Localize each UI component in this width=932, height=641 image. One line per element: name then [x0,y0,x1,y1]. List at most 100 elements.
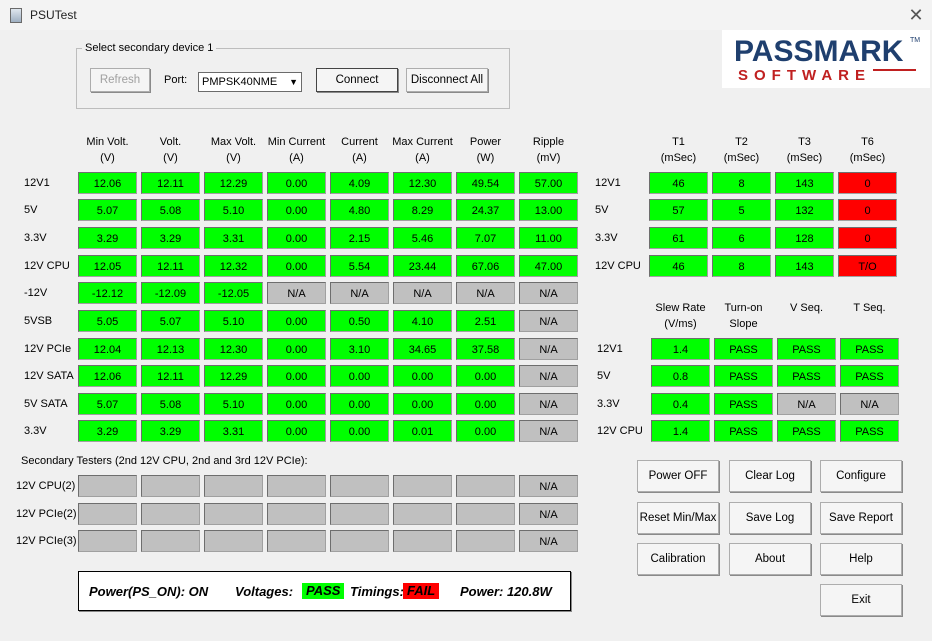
value-cell: PASS [714,365,773,387]
value-cell: 143 [775,172,834,194]
column-unit: (W) [476,152,495,164]
value-cell: PASS [840,420,899,442]
column-unit: (V) [226,152,241,164]
column-unit: (mSec) [723,152,760,164]
value-cell: PASS [777,365,836,387]
value-cell: 0 [838,172,897,194]
column-header: Current [341,136,378,148]
value-cell [267,503,326,525]
column-header: Slew Rate [655,302,706,314]
value-cell: 3.29 [141,420,200,442]
value-cell: 0.00 [267,310,326,332]
value-cell [78,503,137,525]
value-cell: 61 [649,227,708,249]
value-cell: 0.00 [267,227,326,249]
exit-button[interactable]: Exit [820,584,902,616]
value-cell: 4.09 [330,172,389,194]
value-cell: 12.11 [141,255,200,277]
row-label: 3.3V [24,425,47,437]
value-cell: 0.00 [330,420,389,442]
row-label: 5V [595,204,609,216]
value-cell: N/A [840,393,899,415]
value-cell: 5.10 [204,199,263,221]
value-cell: N/A [519,338,578,360]
calibration-button[interactable]: Calibration [637,543,719,575]
chevron-down-icon[interactable]: ▼ [289,73,298,91]
value-cell: 0.01 [393,420,452,442]
row-label: 5V [597,370,611,382]
value-cell: 0.00 [267,393,326,415]
value-cell: 5 [712,199,771,221]
column-header: T Seq. [853,302,886,314]
value-cell [204,503,263,525]
port-label: Port: [164,74,188,86]
voltages-status-badge: PASS [302,583,345,599]
row-label: 3.3V [24,232,47,244]
close-icon[interactable]: ✕ [906,5,926,25]
save-report-button[interactable]: Save Report [820,502,902,534]
disconnect-all-button[interactable]: Disconnect All [406,68,488,92]
column-header: T3 [798,136,811,148]
value-cell [456,530,515,552]
value-cell: N/A [519,365,578,387]
row-label: 5V SATA [24,398,68,410]
power-off-button[interactable]: Power OFF [637,460,719,492]
save-log-button[interactable]: Save Log [729,502,811,534]
column-unit: (mSec) [660,152,697,164]
power-on-status: Power(PS_ON): ON [89,584,209,599]
value-cell: 0.8 [651,365,710,387]
value-cell: N/A [267,282,326,304]
value-cell: 57 [649,199,708,221]
value-cell [456,503,515,525]
value-cell: 0.50 [330,310,389,332]
value-cell: 6 [712,227,771,249]
reset-min-max-button[interactable]: Reset Min/Max [637,502,719,534]
help-button[interactable]: Help [820,543,902,575]
value-cell: N/A [519,310,578,332]
value-cell [393,503,452,525]
value-cell: 0.00 [267,338,326,360]
connect-button[interactable]: Connect [316,68,398,92]
timings-label: Timings: [350,584,404,599]
row-label: 12V1 [595,177,621,189]
value-cell: 5.54 [330,255,389,277]
value-cell: 12.13 [141,338,200,360]
value-cell [267,475,326,497]
value-cell: 7.07 [456,227,515,249]
value-cell: 0.00 [267,255,326,277]
value-cell: N/A [519,393,578,415]
port-select[interactable]: PMPSK40NME ▼ [198,72,302,92]
column-header: V Seq. [789,302,824,314]
column-unit: (mSec) [786,152,823,164]
value-cell: 5.07 [141,310,200,332]
total-power-readout: Power: 120.8W [460,584,552,599]
value-cell: 0.00 [393,365,452,387]
value-cell: 8.29 [393,199,452,221]
clear-log-button[interactable]: Clear Log [729,460,811,492]
value-cell: 12.06 [78,172,137,194]
value-cell: 5.46 [393,227,452,249]
column-header: Power [469,136,502,148]
value-cell: 0.00 [267,420,326,442]
value-cell [330,475,389,497]
value-cell: 4.10 [393,310,452,332]
value-cell: 5.08 [141,393,200,415]
value-cell: -12.05 [204,282,263,304]
refresh-button[interactable]: Refresh [90,68,150,92]
value-cell: PASS [714,393,773,415]
value-cell: 5.08 [141,199,200,221]
value-cell: -12.09 [141,282,200,304]
row-label: 12V PCIe [24,343,72,355]
value-cell: PASS [714,420,773,442]
value-cell: 0.00 [267,172,326,194]
column-header: T2 [735,136,748,148]
value-cell: 0.00 [330,393,389,415]
column-header: Min Current [267,136,326,148]
configure-button[interactable]: Configure [820,460,902,492]
value-cell: 13.00 [519,199,578,221]
value-cell: 143 [775,255,834,277]
logo-tm: TM [910,37,921,44]
port-value: PMPSK40NME [202,76,278,88]
title-bar [0,0,932,30]
about-button[interactable]: About [729,543,811,575]
